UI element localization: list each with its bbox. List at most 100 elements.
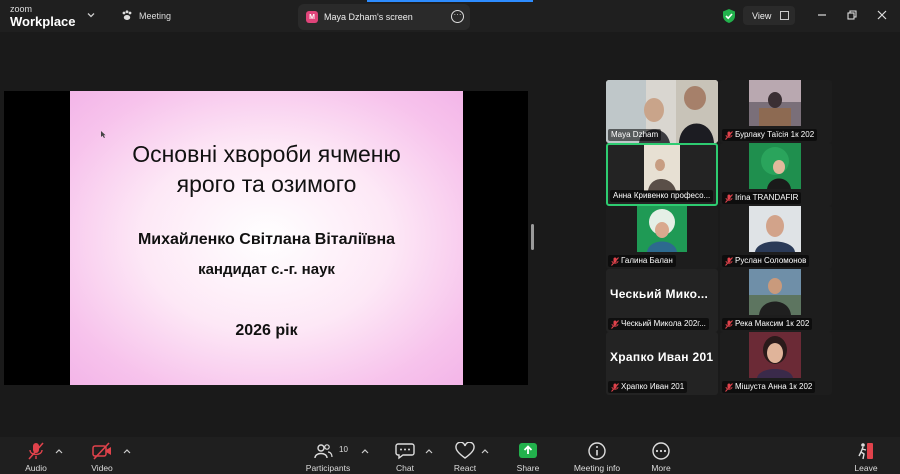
restore-icon[interactable] [846, 9, 858, 21]
grid-icon [780, 11, 789, 20]
participant-photo [637, 206, 687, 252]
slide-title: Основні хвороби ячменю ярого та озимого [70, 139, 463, 199]
participant-photo [749, 80, 801, 126]
muted-mic-icon [725, 130, 733, 140]
share-button[interactable]: Share [510, 437, 546, 474]
participant-name-placeholder: Храпко Иван 201 [610, 350, 714, 364]
muted-mic-icon [725, 319, 733, 329]
resize-splitter-handle[interactable] [531, 224, 534, 250]
muted-mic-icon [725, 382, 733, 392]
participant-name: Irina TRANDAFIR [722, 192, 802, 204]
shared-screen-tab[interactable]: M Maya Dzham's screen ··· [298, 4, 470, 30]
muted-mic-icon [611, 319, 619, 329]
participant-tile[interactable]: Ческьий Мико... Ческьий Микола 202г... [606, 269, 718, 332]
slide-author: Михайленко Світлана Віталіївна [137, 231, 396, 248]
participant-name: Храпко Иван 201 [608, 381, 688, 393]
participants-label: Participants [305, 463, 351, 473]
participant-name-placeholder: Ческьий Мико... [610, 287, 709, 301]
minimize-icon[interactable] [816, 9, 828, 21]
slide-degree: кандидат с.-г. наук [198, 261, 335, 278]
chevron-up-icon[interactable] [425, 448, 433, 454]
participant-tile[interactable]: Река Максим 1к 202 [720, 269, 832, 332]
leave-button[interactable]: Leave [848, 437, 884, 474]
meeting-info-button[interactable]: Meeting info [568, 437, 626, 474]
more-options-icon[interactable]: ··· [451, 10, 464, 23]
participant-tile[interactable]: Мішуста Анна 1к 202 [720, 332, 832, 395]
share-label: Share [516, 463, 540, 473]
leave-icon [858, 443, 873, 460]
react-button[interactable]: React [448, 437, 482, 474]
participant-tile[interactable]: Бурлаку Таїсія 1к 202 [720, 80, 832, 143]
participant-name: Maya Dzham [608, 129, 662, 141]
participant-count-badge: 10 [339, 445, 348, 454]
meeting-menu-button[interactable]: Meeting [121, 10, 171, 21]
chevron-up-icon[interactable] [361, 448, 369, 454]
participant-photo [749, 332, 801, 378]
video-label: Video [91, 463, 113, 473]
slide-title-line2: ярого та озимого [176, 171, 357, 197]
meeting-toolbar: Audio Video Participants 10 Chat React S… [0, 437, 900, 474]
audio-label: Audio [25, 463, 47, 473]
participant-name: Руслан Соломонов [722, 255, 810, 267]
video-off-icon [92, 442, 111, 460]
participant-name: Галина Балан [608, 255, 676, 267]
shared-screen-view[interactable]: Основні хвороби ячменю ярого та озимого … [4, 91, 528, 385]
audio-button[interactable]: Audio [14, 437, 58, 474]
slide-year: 2026 рік [235, 322, 298, 339]
leave-label: Leave [854, 463, 878, 473]
more-button[interactable]: More [644, 437, 678, 474]
participants-button[interactable]: Participants [302, 437, 354, 474]
meeting-info-label: Meeting info [573, 463, 621, 473]
muted-mic-icon [611, 382, 619, 392]
brand-bottom: Workplace [10, 14, 76, 29]
chevron-up-icon[interactable] [55, 448, 63, 454]
share-screen-icon [519, 443, 537, 458]
participant-tile[interactable]: Храпко Иван 201 Храпко Иван 201 [606, 332, 718, 395]
top-progress-line [367, 0, 533, 2]
participant-video [644, 145, 680, 191]
participant-photo [749, 206, 801, 252]
participant-tile[interactable]: Руслан Соломонов [720, 206, 832, 269]
participant-name: Река Максим 1к 202 [722, 318, 813, 330]
chat-icon [395, 443, 415, 460]
chevron-up-icon[interactable] [481, 448, 489, 454]
participant-tile[interactable]: Irina TRANDAFIR [720, 143, 832, 206]
participant-photo [749, 269, 801, 315]
muted-mic-icon [725, 256, 733, 266]
paw-icon [122, 10, 132, 20]
info-icon [588, 442, 606, 460]
chevron-up-icon[interactable] [123, 448, 131, 454]
title-bar: zoom Workplace Meeting M Maya Dzham's sc… [0, 0, 900, 32]
participant-tile[interactable]: Галина Балан [606, 206, 718, 269]
zoom-logo: zoom Workplace [10, 4, 76, 29]
participant-tile-active-speaker[interactable]: Анна Кривенко професо... [606, 143, 718, 206]
slide-title-line1: Основні хвороби ячменю [132, 141, 401, 167]
react-label: React [453, 463, 477, 473]
participant-name: Ческьий Микола 202г... [608, 318, 709, 330]
avatar: M [306, 11, 318, 23]
video-button[interactable]: Video [80, 437, 124, 474]
meeting-label: Meeting [139, 10, 172, 21]
participant-tile[interactable]: Maya Dzham [606, 80, 718, 143]
chevron-down-icon[interactable] [86, 10, 96, 20]
brand-top: zoom [10, 4, 33, 14]
muted-mic-icon [725, 193, 733, 203]
chat-button[interactable]: Chat [388, 437, 422, 474]
view-label: View [752, 10, 772, 21]
chat-label: Chat [396, 463, 414, 473]
view-button[interactable]: View [743, 6, 795, 25]
shield-check-icon[interactable] [722, 8, 736, 24]
participant-name: Мішуста Анна 1к 202 [722, 381, 816, 393]
more-icon [652, 442, 670, 460]
participant-name: Анна Кривенко професо... [610, 190, 714, 202]
participant-name: Бурлаку Таїсія 1к 202 [722, 129, 818, 141]
more-label: More [651, 463, 671, 473]
participant-photo [749, 143, 801, 189]
shared-screen-label: Maya Dzham's screen [324, 12, 413, 22]
muted-mic-icon [28, 442, 44, 460]
mouse-cursor-icon [101, 131, 106, 138]
muted-mic-icon [611, 256, 619, 266]
close-icon[interactable] [876, 9, 888, 21]
presentation-slide: Основні хвороби ячменю ярого та озимого … [70, 91, 463, 385]
heart-icon [455, 442, 475, 459]
